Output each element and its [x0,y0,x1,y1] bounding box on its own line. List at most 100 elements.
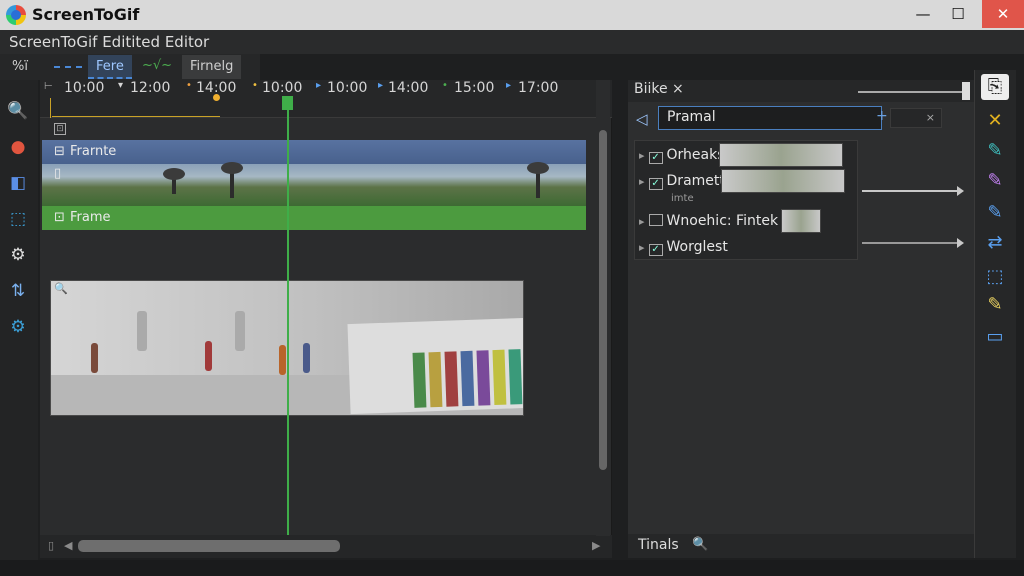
resize-icon[interactable]: ⇄ [981,230,1009,256]
search-icon[interactable]: 🔍 [5,98,31,124]
connector-arrow [862,238,964,248]
list-item[interactable]: ▸ ✓ Orheaks [639,147,725,164]
video-track-header[interactable]: ⊟ Frarnte [42,140,586,164]
timeline-panel: ⊢ 10:00 ▾ 12:00 • 14:00 • 10:00 ▸ 10:00 … [40,80,612,558]
color-bar [492,349,507,406]
edit-timeline-icon[interactable]: ⇅ [5,278,31,304]
list-item-label: Worglest [666,239,728,255]
tab-shortcut[interactable]: %ï [4,55,36,79]
list-item[interactable]: ▸ ✓ Worglest [639,239,728,256]
track-label-bottom: Frame [70,210,111,225]
tick-prefix: • [186,80,192,91]
layer-checkbox[interactable]: ✓ [648,178,663,190]
preview-color-card [347,317,523,415]
expand-icon[interactable]: ▸ [639,175,645,188]
layer-checkbox[interactable] [648,214,663,226]
track-label-top: Frarnte [70,144,117,159]
footer-search-icon[interactable]: 🔍 [692,537,708,552]
time-ruler[interactable]: ⊢ 10:00 ▾ 12:00 • 14:00 • 10:00 ▸ 10:00 … [40,80,612,118]
color-bar [428,351,443,408]
record-icon[interactable]: ◧ [5,170,31,196]
layer-thumbnail [721,169,845,193]
vertical-scroll-thumb[interactable] [599,130,607,470]
back-arrow-icon[interactable]: ◁ [636,110,648,128]
list-item[interactable]: ▸ Wnoehic: Fintek [639,213,778,229]
panel-slider-knob[interactable] [962,82,970,100]
properties-header: Biike × [628,80,974,102]
color-bar [508,349,523,405]
wave-icon: ~√~ [142,58,173,73]
maximize-button[interactable]: ☐ [941,0,975,28]
scene-tree [527,162,549,198]
audio-track[interactable]: ⊡ Frame [42,206,586,230]
tick-label: 14:00 [388,80,429,96]
properties-footer: Tinals 🔍 [628,534,974,558]
keyframe-marker[interactable] [213,94,220,101]
tab-bar: %ï Fere ~√~ Firnelg [0,54,260,80]
track-lock-icon: ⊟ [54,144,65,159]
tick-label: 15:00 [454,80,495,96]
layer-checkbox[interactable]: ✓ [648,244,663,256]
color-bar [444,351,459,407]
tab-timeline[interactable]: Firnelg [182,55,242,79]
monitor-icon[interactable]: ▭ [981,324,1009,350]
tick-label: 10:00 [327,80,368,96]
pen-icon[interactable]: ✎ [981,138,1009,164]
zoom-icon[interactable]: 🔍 [54,282,68,295]
preview-figure [205,341,212,371]
select-icon[interactable]: ⬚ [981,264,1009,290]
expand-icon[interactable]: ▸ [639,149,645,162]
scroll-right-icon[interactable]: ▶ [592,539,600,552]
scroll-left-icon[interactable]: ◀ [64,539,72,552]
tick-prefix: ▸ [378,80,384,91]
properties-tab[interactable]: Biike × [634,81,684,97]
layer-thumbnail [781,209,821,233]
search-input[interactable]: Pramal [658,106,882,130]
close-button[interactable]: ✕ [982,0,1024,28]
editor-title: ScreenToGif Editited Editor [9,33,210,51]
tick-label: 10:00 [262,80,303,96]
horizontal-scrollbar[interactable]: ▯ ◀ ▶ [40,535,612,558]
cross-tool-icon[interactable]: ✕ [981,108,1009,134]
add-icon[interactable]: + [876,108,888,124]
tick-prefix: ▾ [118,80,124,91]
minimize-button[interactable]: — [906,0,940,28]
crop-icon[interactable]: ⬚ [5,206,31,232]
video-track-frames[interactable]: ▯ [42,162,586,206]
export-icon[interactable]: ⎘ [981,74,1009,100]
layer-list: ▸ ✓ Orheaks ▸ ✓ Dramett imte ▸ Wnoehic: Finte… [634,140,858,260]
vertical-scrollbar[interactable] [596,80,610,536]
scene-figure [163,168,185,194]
clear-button[interactable]: × [890,108,942,128]
panel-slider-track[interactable] [858,91,964,93]
title-bar: ScreenToGif — ☐ ✕ [0,0,1024,30]
lane-frame-icon: ⊡ [54,123,66,135]
app-title: ScreenToGif [32,5,140,24]
horizontal-scroll-thumb[interactable] [78,540,340,552]
highlighter-icon[interactable]: ✎ [981,292,1009,318]
expand-icon[interactable]: ▸ [639,241,645,254]
tab-file[interactable]: Fere [88,55,132,79]
expand-icon[interactable]: ▸ [639,215,645,228]
list-item-label: Orheaks [666,147,725,163]
color-bar [412,352,427,408]
preview-column [235,311,245,351]
brush-icon[interactable]: ✎ [981,200,1009,226]
playhead-handle[interactable] [282,96,293,110]
settings-icon[interactable]: ⚙ [5,314,31,340]
pencil-icon[interactable]: ✎ [981,168,1009,194]
selection-range-line [52,116,220,117]
scroll-start-icon[interactable]: ▯ [48,539,54,552]
right-toolbar: ⎘ ✕ ✎ ✎ ✎ ⇄ ⬚ ✎ ▭ [974,70,1016,558]
playhead-line [287,110,289,535]
list-item-label: Dramett [666,173,725,189]
footer-label: Tinals [638,537,679,553]
gear-outline-icon[interactable]: ⚙ [5,242,31,268]
preview-column [137,311,147,351]
list-item-subtext: imte [671,193,694,204]
list-item[interactable]: ▸ ✓ Dramett [639,173,725,190]
track-frame-icon: ⊡ [54,210,65,225]
palette-icon[interactable]: ● [5,134,31,160]
app-logo-icon [6,5,26,25]
layer-checkbox[interactable]: ✓ [648,152,663,164]
